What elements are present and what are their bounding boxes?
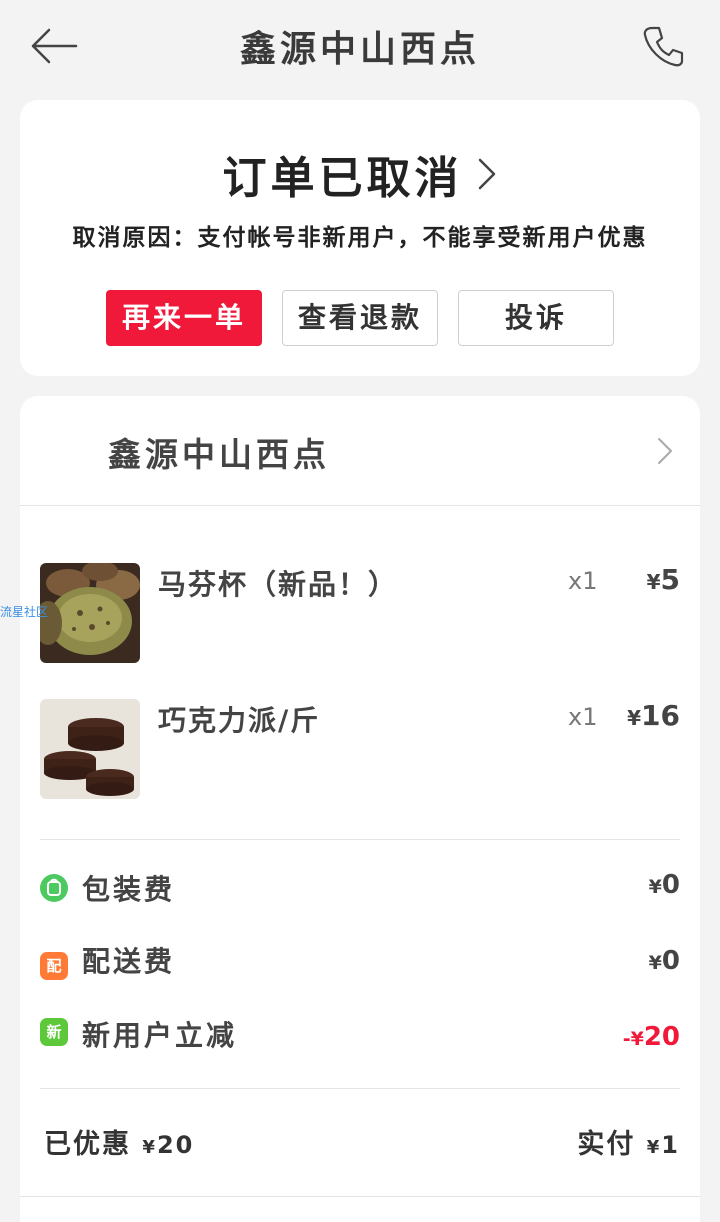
bag-icon (40, 874, 68, 902)
discount-amount: -¥20 (623, 1022, 680, 1052)
reorder-button[interactable]: 再来一单 (106, 290, 262, 346)
order-item[interactable]: 马芬杯（新品！） x1 ¥5 (40, 563, 680, 663)
item-price-value: 5 (660, 563, 680, 596)
order-status-title: 订单已取消 (222, 153, 463, 204)
complain-button[interactable]: 投诉 (458, 290, 614, 346)
fee-label: 新用户立减 (82, 1019, 238, 1052)
paid-amount: ¥1 (647, 1131, 680, 1159)
paid-total: 实付 ¥1 (577, 1122, 680, 1161)
chocolate-pie-image (40, 699, 140, 799)
order-item[interactable]: 巧克力派/斤 x1 ¥16 (40, 699, 680, 799)
order-summary: 已优惠 ¥20 实付 ¥1 (44, 1122, 680, 1162)
item-price: ¥16 (627, 699, 680, 732)
phone-icon (643, 26, 684, 67)
currency-symbol: -¥ (622, 1028, 644, 1050)
saved-amount: ¥20 (142, 1131, 194, 1159)
currency-symbol: ¥ (646, 570, 661, 594)
chevron-right-icon (478, 158, 495, 190)
order-status-link[interactable]: 订单已取消 (20, 142, 700, 204)
fee-amount-value: 20 (643, 1022, 680, 1052)
saved-amount-value: 20 (156, 1131, 195, 1159)
fee-amount-value: 0 (661, 946, 680, 976)
fee-label: 包装费 (82, 873, 176, 906)
watermark-text: 流星社区 (0, 605, 49, 619)
currency-symbol: ¥ (142, 1137, 157, 1158)
call-button[interactable] (642, 24, 686, 68)
item-price: ¥5 (647, 563, 680, 596)
new-user-icon: 新 (40, 1018, 68, 1046)
new-user-discount-row: 新 新用户立减 -¥20 (40, 1014, 680, 1054)
currency-symbol: ¥ (646, 1137, 662, 1158)
view-refund-button[interactable]: 查看退款 (282, 290, 438, 346)
packaging-fee-row: 包装费 ¥0 (40, 868, 680, 908)
saved-total: 已优惠 ¥20 (44, 1122, 194, 1161)
page-title: 鑫源中山西点 (239, 28, 480, 70)
delivery-fee-row: 配 配送费 ¥0 (40, 940, 680, 980)
order-status-card: 订单已取消 取消原因：支付帐号非新用户，不能享受新用户优惠 再来一单 查看退款 … (20, 100, 700, 376)
divider (40, 839, 680, 840)
currency-symbol: ¥ (648, 876, 662, 898)
divider (20, 1196, 700, 1197)
saved-label: 已优惠 (44, 1129, 131, 1160)
currency-symbol: ¥ (648, 952, 662, 974)
top-bar: 鑫源中山西点 (0, 0, 720, 92)
item-name: 巧克力派/斤 (158, 704, 321, 737)
shop-row[interactable]: 鑫源中山西点 (20, 396, 700, 506)
fee-label: 配送费 (82, 945, 176, 978)
currency-symbol: ¥ (627, 706, 642, 730)
fee-amount: ¥0 (649, 870, 680, 900)
shop-name: 鑫源中山西点 (108, 435, 330, 474)
item-name: 马芬杯（新品！） (158, 568, 399, 601)
item-quantity: x1 (568, 703, 598, 731)
muffin-image (40, 563, 140, 663)
fee-amount-value: 0 (661, 870, 680, 900)
cancel-reason: 取消原因：支付帐号非新用户，不能享受新用户优惠 (72, 224, 648, 251)
order-detail-card: 鑫源中山西点 马芬杯（新品！） x1 ¥5 巧克力派/斤 x1 ¥16 包装费 … (20, 396, 700, 1222)
paid-label: 实付 (577, 1129, 636, 1160)
divider (40, 1088, 680, 1089)
delivery-icon: 配 (40, 952, 68, 980)
chevron-right-icon (658, 438, 672, 464)
paid-amount-value: 1 (661, 1131, 680, 1159)
item-quantity: x1 (568, 567, 598, 595)
item-price-value: 16 (641, 699, 680, 732)
fee-amount: ¥0 (649, 946, 680, 976)
